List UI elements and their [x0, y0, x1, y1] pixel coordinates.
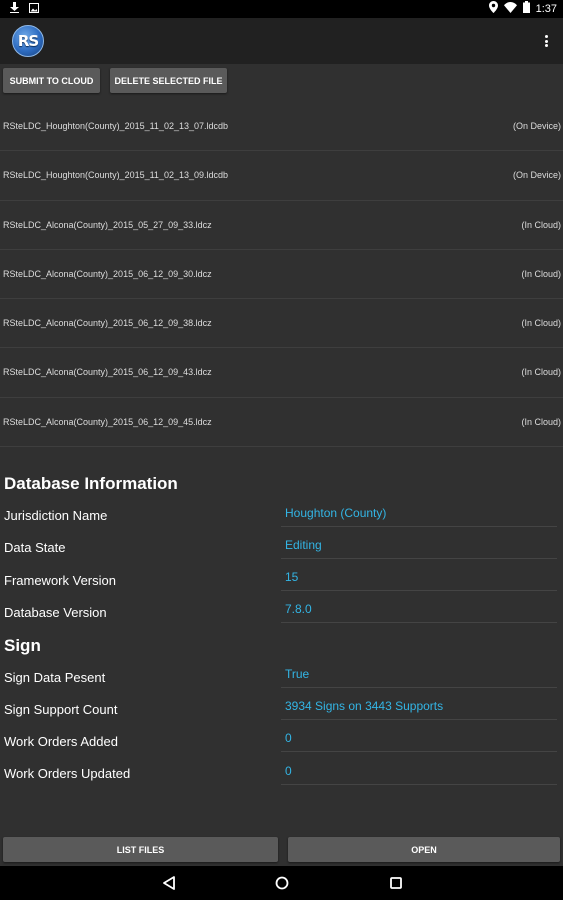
- database-info-title: Database Information: [4, 474, 178, 493]
- sign-support-count-value: 3934 Signs on 3443 Supports: [285, 699, 444, 713]
- logo-text: RS: [17, 32, 39, 50]
- sign-support-count-label: Sign Support Count: [4, 702, 118, 717]
- file-name: RSteLDC_Alcona(County)_2015_06_12_09_45.…: [3, 416, 212, 427]
- location-icon: [488, 0, 498, 18]
- file-location: (In Cloud): [521, 367, 561, 378]
- sign-title: Sign: [4, 636, 41, 655]
- file-location: (In Cloud): [521, 268, 561, 279]
- divider: [281, 590, 557, 591]
- app-bar: RS: [0, 18, 563, 64]
- battery-icon: [522, 0, 530, 18]
- file-row[interactable]: RSteLDC_Alcona(County)_2015_06_12_09_30.…: [0, 250, 563, 300]
- divider: [281, 784, 557, 785]
- more-vert-icon[interactable]: [541, 32, 551, 50]
- recents-icon[interactable]: [387, 874, 405, 892]
- work-orders-added-label: Work Orders Added: [4, 734, 118, 749]
- download-icon: [10, 0, 19, 18]
- database-version-value: 7.8.0: [285, 602, 312, 616]
- divider: [281, 687, 557, 688]
- file-row[interactable]: RSteLDC_Alcona(County)_2015_05_27_09_33.…: [0, 201, 563, 250]
- framework-version-label: Framework Version: [4, 573, 116, 588]
- data-state-value: Editing: [285, 538, 322, 552]
- file-name: RSteLDC_Alcona(County)_2015_06_12_09_43.…: [3, 367, 212, 378]
- open-button[interactable]: OPEN: [288, 837, 560, 862]
- divider: [281, 622, 557, 623]
- divider: [281, 719, 557, 720]
- list-files-button[interactable]: LIST FILES: [3, 837, 278, 862]
- jurisdiction-name-label: Jurisdiction Name: [4, 508, 108, 523]
- submit-to-cloud-button[interactable]: SUBMIT TO CLOUD: [3, 68, 100, 93]
- database-version-label: Database Version: [4, 605, 107, 620]
- file-name: RSteLDC_Alcona(County)_2015_06_12_09_30.…: [3, 268, 212, 279]
- back-icon[interactable]: [160, 874, 178, 892]
- file-row[interactable]: RSteLDC_Alcona(County)_2015_06_12_09_45.…: [0, 398, 563, 448]
- file-location: (In Cloud): [521, 219, 561, 230]
- app-logo[interactable]: RS: [12, 25, 44, 57]
- file-location: (In Cloud): [521, 318, 561, 329]
- work-orders-updated-label: Work Orders Updated: [4, 766, 131, 781]
- sign-data-present-value: True: [285, 667, 310, 681]
- file-name: RSteLDC_Houghton(County)_2015_11_02_13_0…: [3, 121, 228, 131]
- file-name: RSteLDC_Houghton(County)_2015_11_02_13_0…: [3, 170, 228, 181]
- file-name: RSteLDC_Alcona(County)_2015_05_27_09_33.…: [3, 219, 212, 230]
- work-orders-added-value: 0: [285, 731, 292, 745]
- wifi-icon: [503, 0, 517, 18]
- home-icon[interactable]: [273, 874, 291, 892]
- file-list: RSteLDC_Houghton(County)_2015_11_02_13_0…: [0, 102, 563, 448]
- file-row[interactable]: RSteLDC_Alcona(County)_2015_06_12_09_38.…: [0, 299, 563, 349]
- file-name: RSteLDC_Alcona(County)_2015_06_12_09_38.…: [3, 318, 212, 329]
- divider: [281, 751, 557, 752]
- work-orders-updated-value: 0: [285, 764, 292, 778]
- file-location: (On Device): [512, 170, 561, 181]
- data-state-label: Data State: [4, 540, 66, 555]
- file-location: (On Device): [512, 121, 561, 131]
- status-bar: 1:37: [0, 0, 563, 18]
- image-icon: [29, 0, 39, 18]
- jurisdiction-name-value: Houghton (County): [285, 506, 387, 520]
- framework-version-value: 15: [285, 570, 299, 584]
- delete-selected-file-button[interactable]: DELETE SELECTED FILE: [110, 68, 227, 93]
- sign-data-present-label: Sign Data Pesent: [4, 670, 106, 685]
- status-time: 1:37: [535, 3, 557, 15]
- divider: [281, 526, 557, 527]
- file-row[interactable]: RSteLDC_Houghton(County)_2015_11_02_13_0…: [0, 151, 563, 201]
- nav-bar: [0, 866, 563, 900]
- file-row[interactable]: RSteLDC_Houghton(County)_2015_11_02_13_0…: [0, 102, 563, 152]
- file-row[interactable]: RSteLDC_Alcona(County)_2015_06_12_09_43.…: [0, 348, 563, 398]
- divider: [281, 558, 557, 559]
- file-location: (In Cloud): [521, 416, 561, 427]
